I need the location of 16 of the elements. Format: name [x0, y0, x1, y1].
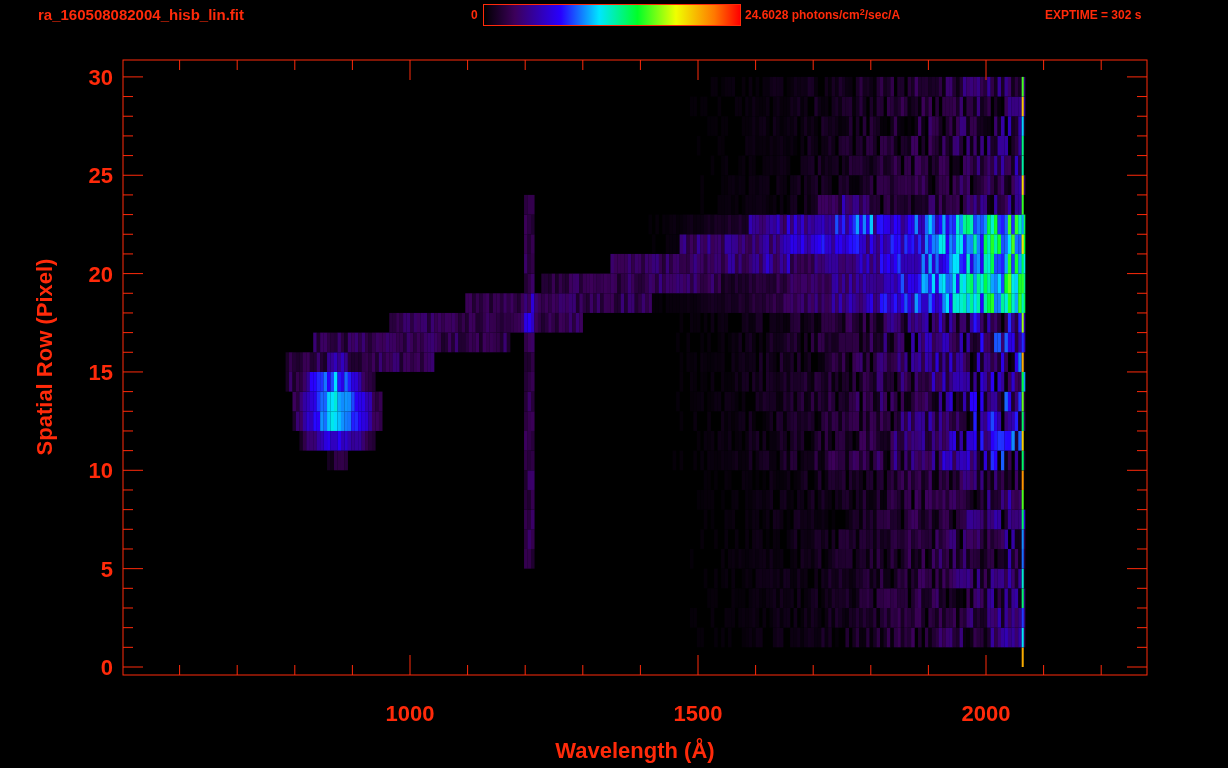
tick-label: 2000	[961, 701, 1011, 726]
tick-label: 15	[88, 359, 113, 385]
exposure-time: EXPTIME = 302 s	[1045, 7, 1143, 24]
tick-label: 1000	[385, 701, 435, 726]
axis-title: Spatial Row (Pixel)	[32, 258, 57, 456]
tick-label: 20	[88, 261, 113, 287]
tick-label: 1500	[673, 701, 723, 726]
tick-label: 10	[88, 458, 113, 484]
tick-label: 30	[88, 64, 113, 90]
tick-label: 0	[100, 655, 113, 680]
file-name: ra_160508082004_hisb_lin.fit	[38, 6, 245, 24]
tick-label: 25	[88, 163, 113, 189]
axis-title: Wavelength (Å)	[555, 738, 715, 763]
colorbar-min-label: 0	[471, 7, 479, 24]
tick-label: 5	[100, 556, 113, 582]
colorbar-max-label: 24.6028 photons/cm$^{2}$/sec/A	[745, 6, 902, 24]
